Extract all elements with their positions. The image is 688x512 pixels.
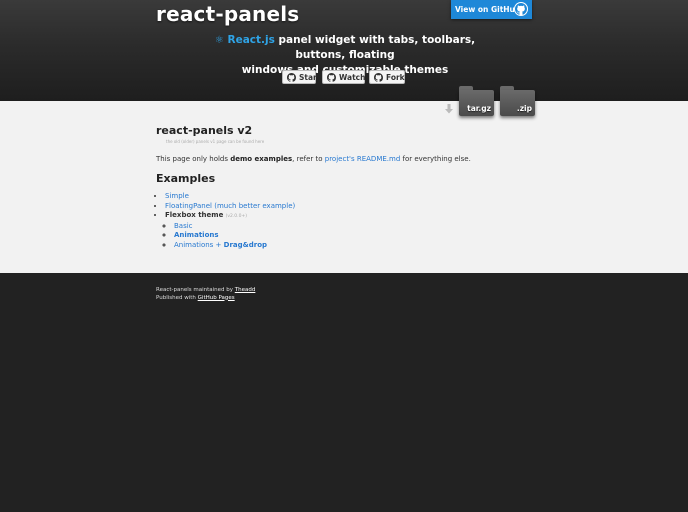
animations-dragdrop-link[interactable]: Animations + Drag&drop — [174, 241, 267, 249]
github-octocat-icon — [514, 2, 528, 16]
site-footer: React-panels maintained by Theadd Publis… — [156, 287, 255, 302]
repo-title[interactable]: react-panels — [156, 2, 299, 26]
list-item: Flexbox theme (v2.0.0+) Basic Animations… — [165, 211, 295, 250]
star-button[interactable]: Star — [282, 70, 317, 84]
flexbox-theme-label: Flexbox theme — [165, 211, 224, 219]
intro-text: for everything else. — [400, 155, 471, 163]
old-version-note[interactable]: the old (older) panels v1 page can be fo… — [166, 139, 264, 144]
readme-link[interactable]: project's README.md — [325, 155, 401, 163]
floating-panel-link[interactable]: FloatingPanel (much better example) — [165, 202, 295, 210]
star-label: Star — [299, 73, 317, 82]
watch-button[interactable]: Watch — [322, 70, 365, 84]
page-title: react-panels v2 — [156, 124, 253, 137]
animations-link[interactable]: Animations — [174, 231, 219, 239]
intro-text: This page only holds — [156, 155, 231, 163]
github-pages-link[interactable]: GitHub Pages — [198, 295, 235, 301]
fork-button[interactable]: Fork — [369, 70, 405, 84]
react-link[interactable]: React.js — [227, 34, 274, 46]
targz-label: tar.gz — [467, 104, 491, 113]
flexbox-version-note: (v2.0.0+) — [225, 214, 247, 219]
react-logo-icon: ⚛ — [214, 35, 224, 46]
watch-label: Watch — [339, 73, 366, 82]
dragdrop-text: Drag&drop — [223, 240, 268, 249]
examples-heading: Examples — [156, 172, 216, 185]
zip-label: .zip — [516, 104, 532, 113]
list-item: FloatingPanel (much better example) — [165, 202, 295, 212]
download-targz-button[interactable]: tar.gz — [459, 86, 494, 116]
tagline-text-1: panel widget with tabs, toolbars, button… — [274, 34, 476, 61]
fork-label: Fork — [386, 73, 405, 82]
basic-link[interactable]: Basic — [174, 222, 193, 230]
simple-link[interactable]: Simple — [165, 192, 189, 200]
maintainer-link[interactable]: Theadd — [235, 287, 256, 293]
intro-paragraph: This page only holds demo examples, refe… — [156, 155, 471, 163]
list-item: Basic — [174, 222, 295, 232]
intro-bold: demo examples — [230, 155, 293, 163]
intro-text: , refer to — [292, 155, 325, 163]
examples-list: Simple FloatingPanel (much better exampl… — [156, 192, 295, 250]
main-content — [0, 101, 688, 273]
github-icon — [374, 73, 383, 82]
site-header: react-panels View on GitHub ⚛ React.js p… — [0, 0, 688, 101]
footer-published-text: Published with — [156, 294, 198, 301]
list-item: Animations — [174, 231, 295, 241]
view-on-github-button[interactable]: View on GitHub — [451, 0, 532, 19]
list-item: Simple — [165, 192, 295, 202]
github-icon — [287, 73, 296, 82]
github-icon — [327, 73, 336, 82]
view-on-github-label: View on GitHub — [455, 5, 521, 14]
list-item: Animations + Drag&drop — [174, 241, 295, 251]
animations-plus-text: Animations + — [174, 240, 224, 249]
download-zip-button[interactable]: .zip — [500, 86, 535, 116]
download-arrow-icon — [445, 104, 453, 114]
footer-maintained-text: React-panels maintained by — [156, 287, 235, 293]
